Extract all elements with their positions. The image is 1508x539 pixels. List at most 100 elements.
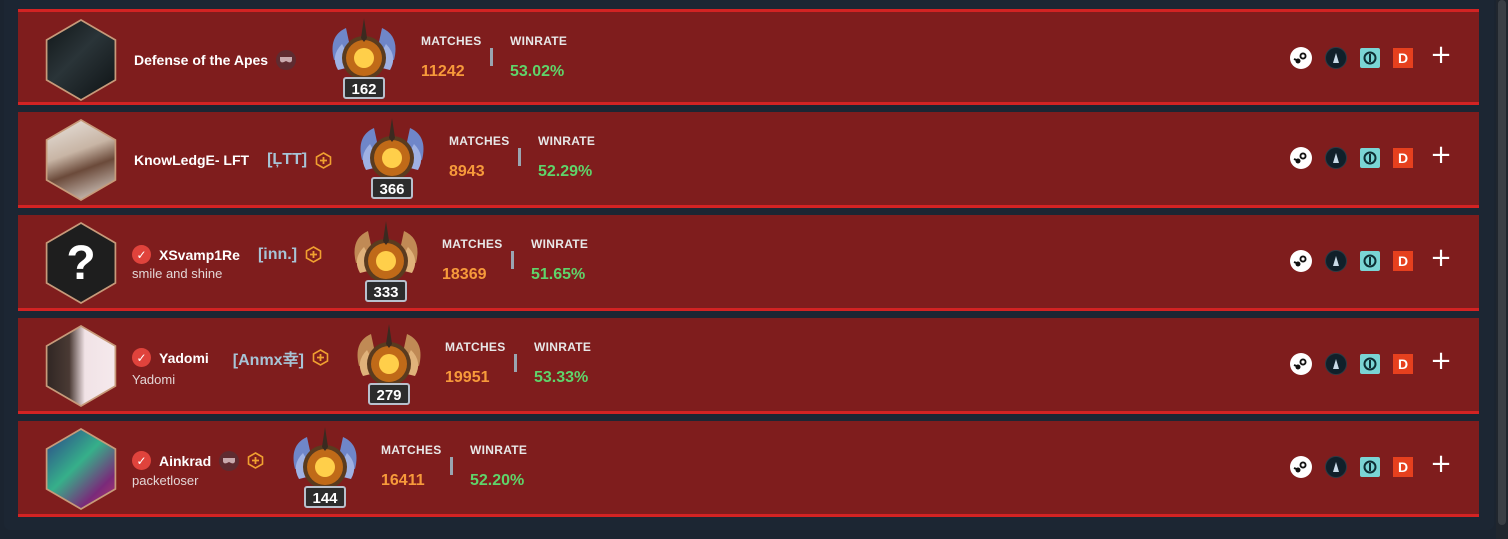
player-row[interactable]: Defense of the Apes 162 MATCHES 11242 WI… [18, 9, 1479, 105]
dota-plus-icon [315, 151, 332, 169]
matches-value: 8943 [449, 163, 485, 180]
external-links: D [1290, 47, 1426, 69]
profile-site-icon[interactable] [1325, 456, 1347, 478]
opendota-icon[interactable] [1360, 457, 1380, 477]
dotabuff-icon[interactable]: D [1393, 251, 1413, 271]
player-subtitle: Yadomi [132, 371, 176, 387]
steam-icon[interactable] [1290, 250, 1312, 272]
avatar[interactable] [45, 325, 117, 407]
team-tag[interactable]: [inn.] [258, 246, 297, 264]
add-player-button[interactable]: + [1430, 451, 1452, 477]
profile-site-icon[interactable] [1325, 147, 1347, 169]
player-name[interactable]: XSvamp1Re [159, 247, 240, 263]
question-icon: ? [66, 236, 96, 290]
external-links: D [1290, 147, 1426, 169]
winrate-label: WINRATE [538, 134, 596, 148]
winrate-label: WINRATE [534, 340, 592, 354]
rank-number: 279 [376, 387, 401, 404]
stat-divider [490, 48, 493, 66]
add-player-button[interactable]: + [1430, 245, 1452, 271]
avatar[interactable] [45, 428, 117, 510]
matches-label: MATCHES [445, 340, 506, 354]
player-row[interactable]: KnowLedgE- LFT [ĻTT] 366 MATCHES 8943 WI… [18, 112, 1479, 208]
opendota-icon[interactable] [1360, 48, 1380, 68]
steam-icon[interactable] [1290, 47, 1312, 69]
rank-number: 162 [351, 81, 376, 98]
opendota-icon[interactable] [1360, 148, 1380, 168]
rank-medal-icon: 366 [360, 118, 424, 199]
rank-number: 144 [312, 490, 338, 507]
mask-icon [219, 450, 240, 471]
player-name[interactable]: Ainkrad [159, 453, 211, 469]
winrate-value: 51.65% [531, 266, 586, 283]
player-info: ✓ Yadomi [Anmx幸] Yadomi [132, 318, 329, 414]
winrate-label: WINRATE [531, 237, 589, 251]
player-row[interactable]: ? ✓ XSvamp1Re [inn.] smile and shine 333… [18, 215, 1479, 311]
avatar[interactable]: ? [45, 222, 117, 304]
stat-divider [514, 354, 517, 372]
matches-label: MATCHES [449, 134, 510, 148]
add-player-button[interactable]: + [1430, 142, 1452, 168]
stat-divider [518, 148, 521, 166]
dotabuff-icon[interactable]: D [1393, 354, 1413, 374]
matches-value: 16411 [381, 472, 425, 489]
player-name[interactable]: KnowLedgE- LFT [134, 152, 249, 168]
rank-number: 333 [373, 284, 398, 301]
verified-icon: ✓ [132, 245, 151, 264]
dota-plus-icon [312, 349, 329, 366]
winrate-label: WINRATE [470, 443, 528, 457]
player-info: KnowLedgE- LFT [ĻTT] [134, 112, 332, 208]
profile-site-icon[interactable] [1325, 47, 1347, 69]
player-row[interactable]: ✓ Yadomi [Anmx幸] Yadomi 279 MATCHES 1995… [18, 318, 1479, 414]
team-tag[interactable]: [ĻTT] [267, 151, 307, 169]
player-name[interactable]: Yadomi [159, 350, 209, 366]
dota-plus-icon [305, 246, 322, 263]
matches-label: MATCHES [421, 34, 482, 48]
opendota-icon[interactable] [1360, 251, 1380, 271]
profile-site-icon[interactable] [1325, 353, 1347, 375]
team-tag[interactable]: [Anmx幸] [233, 346, 304, 370]
rank-medal-icon: 162 [332, 18, 396, 99]
external-links: D [1290, 250, 1426, 272]
scrollbar-track[interactable] [1496, 0, 1508, 539]
rank-medal-icon: 279 [357, 324, 421, 405]
rank-medal-icon: 144 [293, 427, 357, 508]
scrollbar-thumb[interactable] [1498, 0, 1506, 525]
matches-value: 19951 [445, 369, 490, 386]
rank-number: 366 [379, 181, 404, 198]
player-subtitle: smile and shine [132, 266, 223, 281]
winrate-label: WINRATE [510, 34, 568, 48]
steam-icon[interactable] [1290, 147, 1312, 169]
dotabuff-icon[interactable]: D [1393, 48, 1413, 68]
avatar[interactable] [45, 119, 117, 201]
player-info: ✓ Ainkrad packetloser [132, 421, 264, 517]
player-info: Defense of the Apes [134, 12, 297, 108]
dotabuff-icon[interactable]: D [1393, 148, 1413, 168]
matches-label: MATCHES [442, 237, 503, 251]
steam-icon[interactable] [1290, 353, 1312, 375]
add-player-button[interactable]: + [1430, 348, 1452, 374]
mask-icon [276, 50, 297, 70]
external-links: D [1290, 353, 1426, 375]
player-subtitle: packetloser [132, 472, 199, 488]
winrate-value: 52.29% [538, 163, 593, 180]
player-name[interactable]: Defense of the Apes [134, 52, 268, 68]
add-player-button[interactable]: + [1430, 42, 1452, 68]
steam-icon[interactable] [1290, 456, 1312, 478]
rank-medal-icon: 333 [354, 221, 418, 302]
dota-plus-icon [247, 452, 264, 469]
matches-label: MATCHES [381, 443, 442, 457]
dotabuff-icon[interactable]: D [1393, 457, 1413, 477]
opendota-icon[interactable] [1360, 354, 1380, 374]
stat-divider [450, 457, 453, 475]
verified-icon: ✓ [132, 348, 151, 367]
winrate-value: 53.02% [510, 63, 565, 80]
stat-divider [511, 251, 514, 269]
winrate-value: 52.20% [470, 472, 525, 489]
profile-site-icon[interactable] [1325, 250, 1347, 272]
winrate-value: 53.33% [534, 369, 589, 386]
player-row[interactable]: ✓ Ainkrad packetloser 144 MATCHES 16411 … [18, 421, 1479, 517]
external-links: D [1290, 456, 1426, 478]
avatar[interactable] [45, 19, 117, 101]
verified-icon: ✓ [132, 451, 151, 470]
